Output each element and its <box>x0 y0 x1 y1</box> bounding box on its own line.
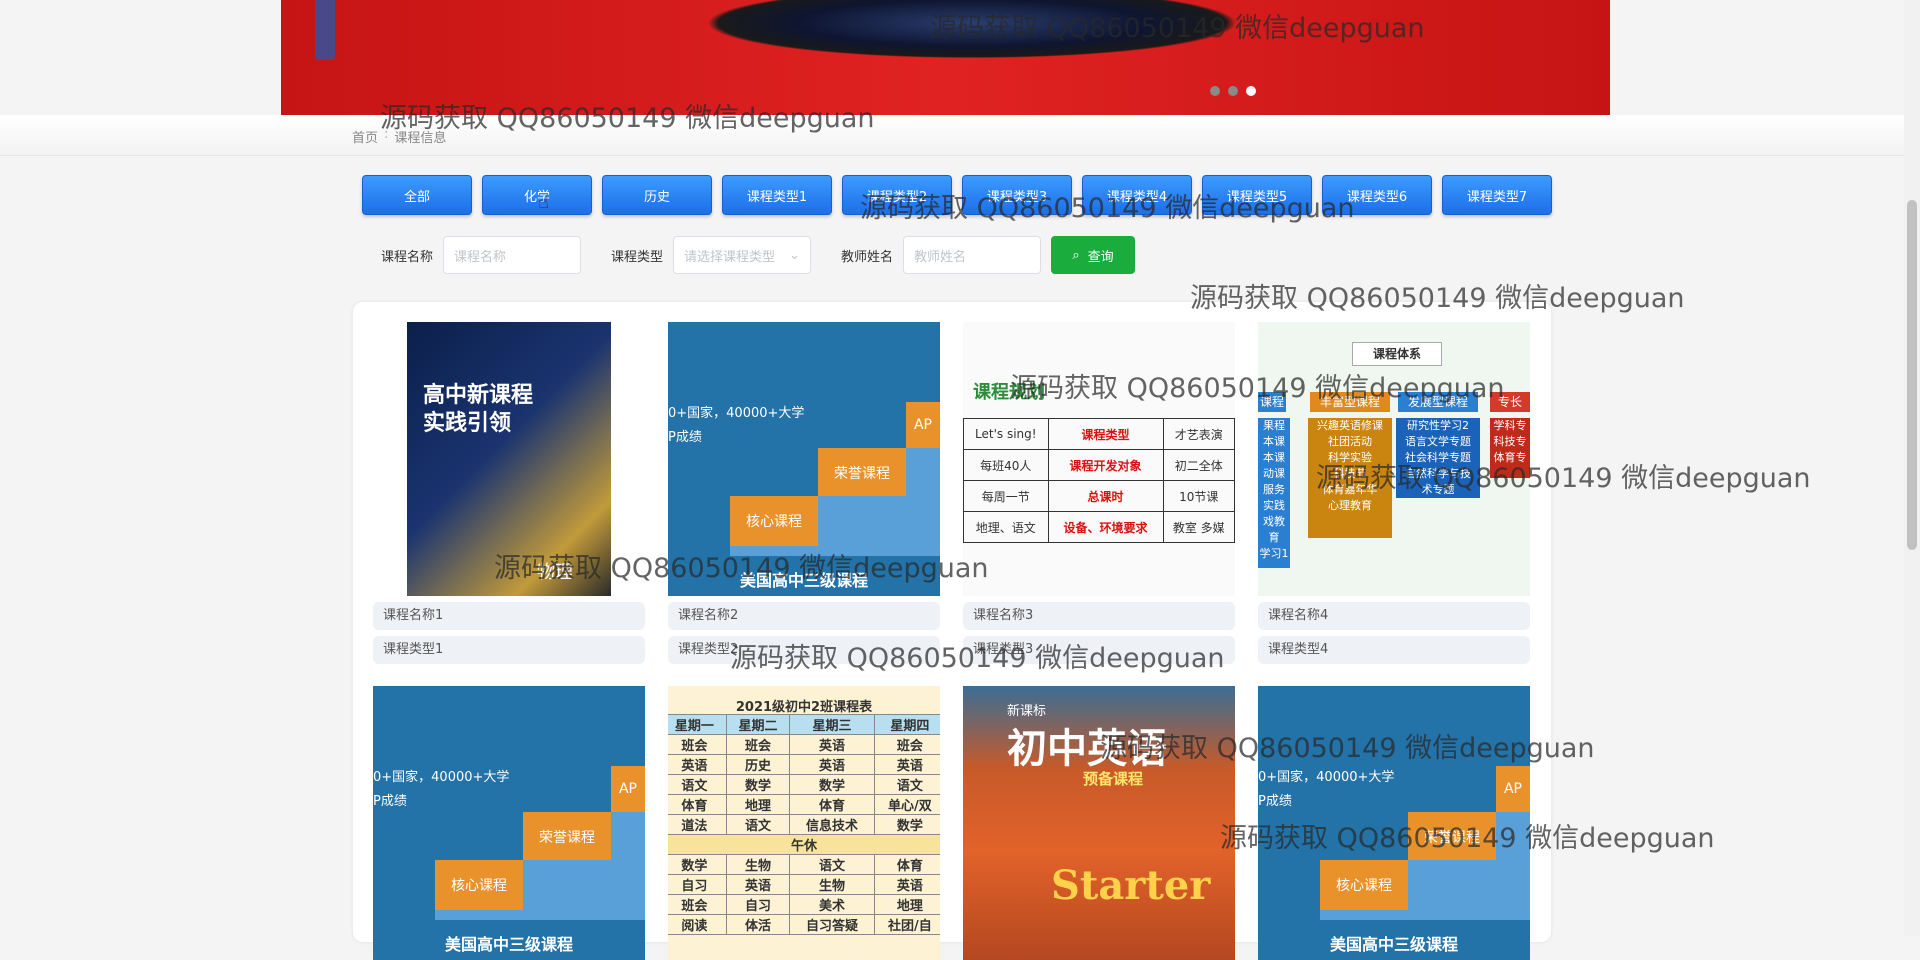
search-form: 课程名称 课程名称 课程类型 请选择课程类型 ⌄ 教师姓名 教师姓名 ⌕ 查询 <box>381 236 1136 274</box>
course-name-input[interactable]: 课程名称 <box>443 236 582 274</box>
scrollbar-thumb[interactable] <box>1907 200 1917 550</box>
category-button-type3[interactable]: 课程类型3 <box>962 175 1072 215</box>
us-ap: AP <box>1496 766 1530 812</box>
us-core: 核心课程 <box>730 496 818 546</box>
us-line2: P成绩 <box>373 794 407 809</box>
course-type-select[interactable]: 请选择课程类型 ⌄ <box>673 236 812 274</box>
cover-title: 高中新课程 实践引领 <box>423 383 534 436</box>
page-scrollbar[interactable] <box>1904 0 1920 936</box>
book-cover: 高中新课程 实践引领 物理 <box>407 322 611 596</box>
carousel-dot-2[interactable] <box>1228 86 1238 96</box>
search-icon: ⌕ <box>1072 247 1080 263</box>
us-line1: 0+国家，40000+大学 <box>668 406 805 421</box>
breadcrumb-home[interactable]: 首页 <box>352 127 378 146</box>
english-title: 初中英语 <box>1007 726 1167 772</box>
course-name: 课程名称2 <box>668 602 940 630</box>
us-honors: 荣誉课程 <box>818 448 906 498</box>
course-list-panel: 高中新课程 实践引领 物理 课程名称1 课程类型1 0+国家，40000+大学 P… <box>353 302 1551 960</box>
course-name: 课程名称1 <box>373 602 645 630</box>
system-col-3: 研究性学习2 语言文学专题 社会科学专题 自然科学与技 术专题 <box>1396 418 1480 498</box>
query-button-label: 查询 <box>1087 249 1114 265</box>
system-header-2: 丰富型课程 <box>1310 392 1390 412</box>
breadcrumb-bar: 首页 : 课程信息 <box>0 115 1904 156</box>
system-header-4: 专长 <box>1490 392 1530 412</box>
carousel-dots <box>1210 86 1256 96</box>
course-image-system[interactable]: 课程体系 课程 丰富型课程 发展型课程 专长 果程 本课 本课 动课 服务 实践… <box>1258 322 1530 596</box>
course-image-schedule[interactable]: 2021级初中2班课程表 星期一 星期二 星期三 星期四 班会 班会 英语 班会 英语 历史英… <box>668 686 940 960</box>
category-button-type7[interactable]: 课程类型7 <box>1442 175 1552 215</box>
course-type-placeholder: 请选择课程类型 <box>684 249 776 265</box>
category-button-type4[interactable]: 课程类型4 <box>1082 175 1192 215</box>
english-subtitle: 预备课程 <box>1083 770 1144 788</box>
course-image-us-curriculum[interactable]: 0+国家，40000+大学 P成绩 AP 荣誉课程 核心课程 美国高中三级课程 <box>668 322 940 596</box>
us-line1: 0+国家，40000+大学 <box>1258 770 1395 785</box>
banner-carousel[interactable] <box>281 0 1610 115</box>
us-honors: 荣誉课程 <box>1408 812 1496 862</box>
system-header-1: 课程 <box>1258 392 1286 412</box>
schedule-title: 2021级初中2班课程表 <box>735 700 873 715</box>
banner-book-image <box>315 0 335 60</box>
us-core: 核心课程 <box>1320 860 1408 910</box>
plan-title: 课程规划 <box>973 382 1045 403</box>
cover-subject: 物理 <box>537 562 573 583</box>
course-type: 课程类型3 <box>963 636 1235 664</box>
breadcrumb-separator: : <box>384 127 389 142</box>
breadcrumb-current: 课程信息 <box>394 131 447 146</box>
us-honors: 荣誉课程 <box>523 812 611 862</box>
course-type: 课程类型4 <box>1258 636 1530 664</box>
chevron-down-icon: ⌄ <box>789 247 801 263</box>
carousel-dot-3[interactable] <box>1246 86 1256 96</box>
course-type: 课程类型2 <box>668 636 940 664</box>
category-button-type6[interactable]: 课程类型6 <box>1322 175 1432 215</box>
us-line1: 0+国家，40000+大学 <box>373 770 510 785</box>
category-button-chemistry[interactable]: 化学 <box>482 175 592 215</box>
system-col-2: 兴趣英语修课 社团活动 科学实验 科技节 体育嘉年华 心理教育 <box>1308 418 1392 538</box>
breadcrumb: 首页 : 课程信息 <box>352 127 446 146</box>
course-image-english[interactable]: 新课标 初中英语 预备课程 Starter <box>963 686 1235 960</box>
us-core: 核心课程 <box>435 860 523 910</box>
category-button-history[interactable]: 历史 <box>602 175 712 215</box>
category-button-type2[interactable]: 课程类型2 <box>842 175 952 215</box>
course-type: 课程类型1 <box>373 636 645 664</box>
query-button[interactable]: ⌕ 查询 <box>1051 236 1136 274</box>
course-image-us-curriculum[interactable]: 0+国家，40000+大学 P成绩 AP 荣誉课程 核心课程 美国高中三级课程 <box>373 686 645 960</box>
english-word: Starter <box>1051 862 1211 909</box>
course-name: 课程名称3 <box>963 602 1235 630</box>
us-line2: P成绩 <box>1258 794 1292 809</box>
course-type-label: 课程类型 <box>611 249 664 265</box>
course-image-physics[interactable]: 高中新课程 实践引领 物理 <box>373 322 645 596</box>
category-button-type1[interactable]: 课程类型1 <box>722 175 832 215</box>
course-image-us-curriculum[interactable]: 0+国家，40000+大学 P成绩 AP 荣誉课程 核心课程 美国高中三级课程 <box>1258 686 1530 960</box>
carousel-dot-1[interactable] <box>1210 86 1220 96</box>
hand-cursor-icon: ☝ <box>538 192 549 213</box>
category-button-all[interactable]: 全部 <box>362 175 472 215</box>
us-ap: AP <box>611 766 645 812</box>
plan-table: Let's sing! 课程类型 才艺表演 每班40人 课程开发对象 初二全体 每周一节… <box>963 418 1235 543</box>
us-footer: 美国高中三级课程 <box>444 935 573 954</box>
schedule-table: 星期一 星期二 星期三 星期四 班会 班会 英语 班会 英语 历史 英语 英语 语文 数学 数学 语文 … <box>668 714 940 935</box>
us-footer: 美国高中三级课程 <box>739 571 868 590</box>
us-ap: AP <box>906 402 940 448</box>
course-name-label: 课程名称 <box>381 249 434 265</box>
category-button-type5[interactable]: 课程类型5 <box>1202 175 1312 215</box>
course-name: 课程名称4 <box>1258 602 1530 630</box>
system-title: 课程体系 <box>1352 342 1442 366</box>
system-col-1: 果程 本课 本课 动课 服务 实践 戏教育 学习1 <box>1258 418 1290 568</box>
us-footer: 美国高中三级课程 <box>1329 935 1458 954</box>
system-header-3: 发展型课程 <box>1398 392 1478 412</box>
teacher-name-input[interactable]: 教师姓名 <box>903 236 1042 274</box>
teacher-name-label: 教师姓名 <box>841 249 894 265</box>
course-image-plan[interactable]: 课程规划 Let's sing! 课程类型 才艺表演 每班40人 课程开发对象 初二全体… <box>963 322 1235 596</box>
system-col-4: 学科专 科技专 体育专 <box>1490 418 1530 478</box>
us-line2: P成绩 <box>668 430 702 445</box>
